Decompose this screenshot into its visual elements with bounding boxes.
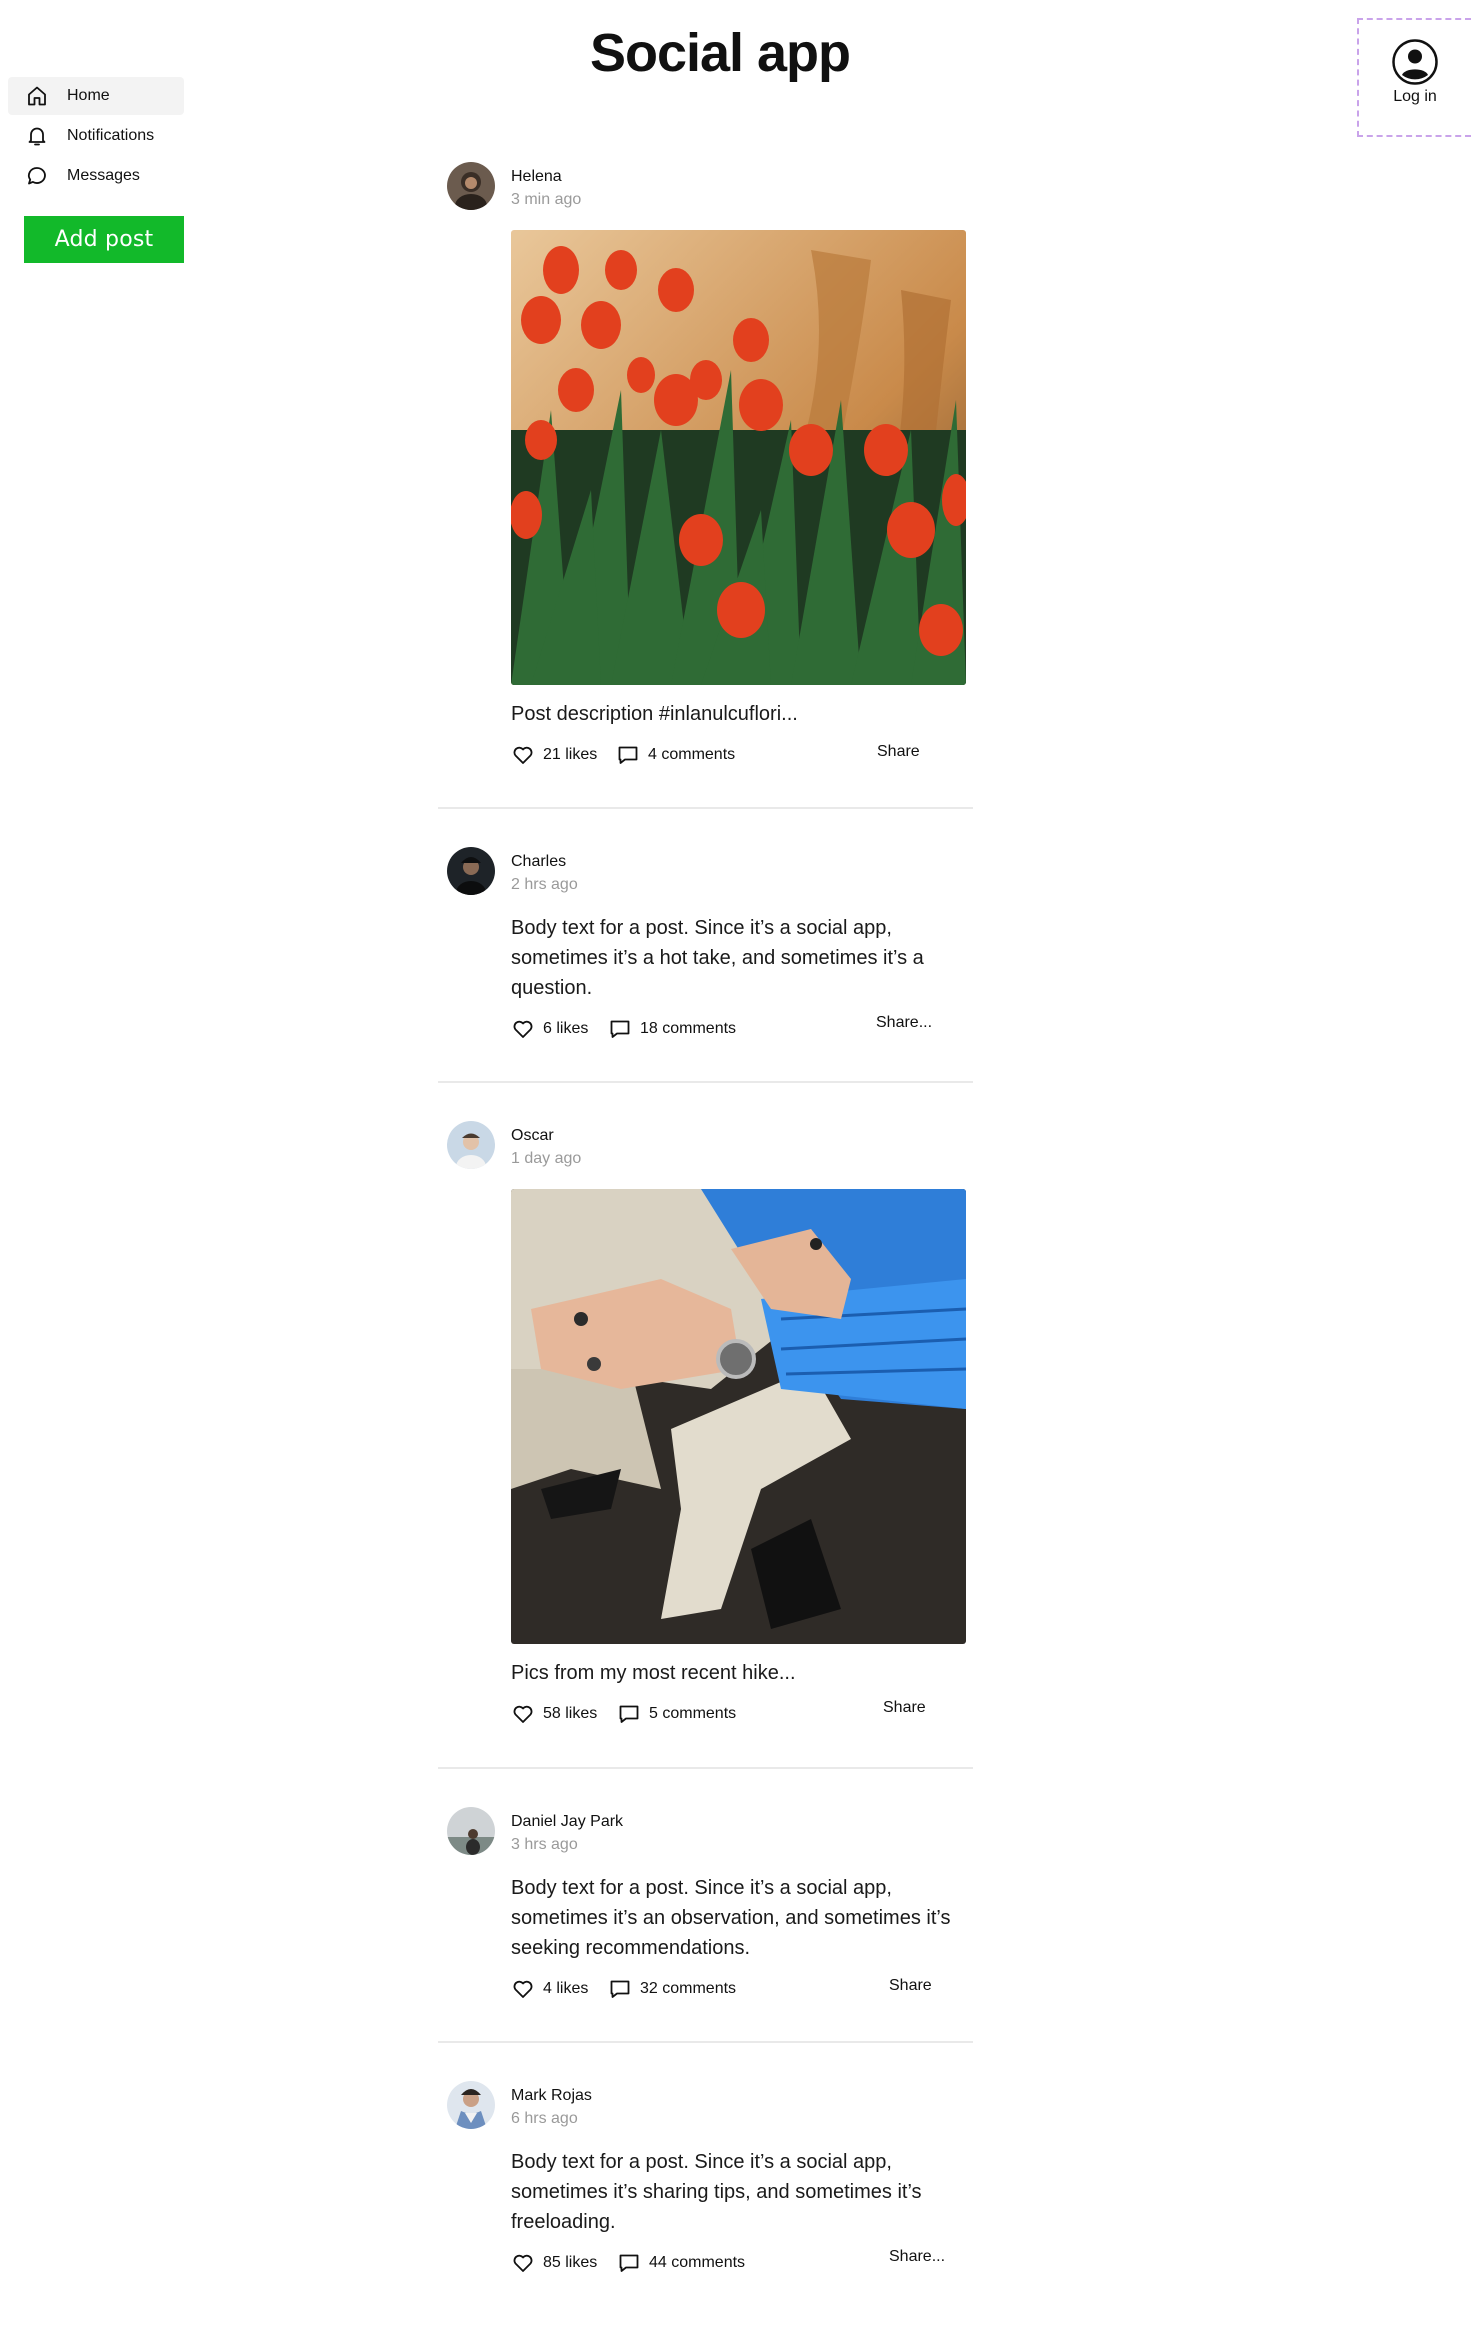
sidebar-item-label: Notifications [67, 127, 155, 144]
post-actions: 58 likes 5 comments Share [511, 1699, 966, 1732]
post-time: 3 min ago [511, 191, 582, 208]
comment-count: 32 comments [640, 1980, 737, 1997]
comment-button[interactable]: 5 comments [617, 1702, 736, 1726]
comment-count: 5 comments [649, 1705, 737, 1722]
post-text: Body text for a post. Since it’s a socia… [511, 1877, 951, 1959]
feed: Helena 3 min ago Post description #inlan… [438, 162, 973, 2303]
avatar[interactable] [447, 1121, 495, 1169]
avatar[interactable] [447, 1807, 495, 1855]
sidebar-item-label: Messages [67, 167, 140, 184]
comment-icon [610, 1980, 630, 1998]
share-button[interactable]: Share... [889, 2248, 945, 2266]
heart-icon [513, 1705, 533, 1723]
comment-button[interactable]: 4 comments [616, 743, 735, 767]
comment-icon [610, 1020, 630, 1038]
comment-button[interactable]: 18 comments [608, 1017, 736, 1041]
like-count: 58 likes [543, 1705, 598, 1722]
heart-icon [513, 746, 533, 764]
bell-icon [28, 127, 46, 146]
post-text: Pics from my most recent hike... [511, 1662, 796, 1684]
like-button[interactable]: 58 likes [511, 1702, 597, 1726]
user-circle-icon [1392, 39, 1438, 85]
app-title: Social app [589, 23, 851, 83]
share-label: Share... [889, 2248, 946, 2265]
post-actions: 85 likes 44 comments Share... [511, 2248, 966, 2281]
avatar[interactable] [447, 2081, 495, 2129]
sidebar-item-notifications[interactable]: Notifications [8, 117, 184, 155]
post-actions: 21 likes 4 comments Share [511, 743, 966, 773]
post-time: 2 hrs ago [511, 876, 578, 893]
post: Helena 3 min ago Post description #inlan… [438, 162, 973, 809]
share-label: Share [877, 743, 920, 760]
post-text: Post description #inlanulcuflori... [511, 703, 798, 725]
like-button[interactable]: 6 likes [511, 1017, 588, 1041]
post-author[interactable]: Daniel Jay Park [511, 1813, 623, 1831]
like-count: 85 likes [543, 2254, 598, 2271]
comment-icon [619, 2254, 639, 2272]
like-button[interactable]: 21 likes [511, 743, 597, 767]
post: Charles 2 hrs ago Body text for a post. … [438, 809, 973, 1083]
like-button[interactable]: 85 likes [511, 2251, 597, 2275]
post-author[interactable]: Charles [511, 853, 566, 871]
post-time: 6 hrs ago [511, 2110, 578, 2127]
post-time: 3 hrs ago [511, 1836, 578, 1853]
post-author[interactable]: Oscar [511, 1127, 554, 1145]
comment-button[interactable]: 32 comments [608, 1977, 736, 2001]
login-label: Log in [1393, 88, 1437, 105]
avatar[interactable] [447, 847, 495, 895]
page: Social app Home Notifications Messages A… [0, 0, 1480, 2337]
post-image[interactable] [511, 230, 966, 685]
sidebar-item-label: Home [67, 87, 110, 104]
like-button[interactable]: 4 likes [511, 1977, 588, 2001]
share-label: Share [889, 1977, 932, 1994]
post-text: Body text for a post. Since it’s a socia… [511, 917, 924, 999]
heart-icon [513, 2254, 533, 2272]
comment-icon [618, 746, 638, 764]
comment-count: 4 comments [648, 746, 736, 763]
sidebar-item-messages[interactable]: Messages [8, 157, 184, 195]
post-actions: 4 likes 32 comments Share [511, 1977, 966, 2007]
login-button[interactable]: Log in [1357, 18, 1471, 137]
share-button[interactable]: Share [877, 743, 920, 761]
post-text: Body text for a post. Since it’s a socia… [511, 2151, 922, 2233]
share-button[interactable]: Share [889, 1977, 932, 1995]
comment-count: 44 comments [649, 2254, 746, 2271]
share-button[interactable]: Share... [876, 1014, 932, 1032]
message-icon [28, 167, 46, 185]
comment-icon [619, 1705, 639, 1723]
post-author[interactable]: Mark Rojas [511, 2087, 592, 2105]
home-icon [28, 86, 46, 106]
heart-icon [513, 1020, 533, 1038]
add-post-button[interactable]: Add post [24, 216, 184, 263]
post: Daniel Jay Park 3 hrs ago Body text for … [438, 1769, 973, 2043]
post-image[interactable] [511, 1189, 966, 1644]
post: Mark Rojas 6 hrs ago Body text for a pos… [438, 2043, 973, 2303]
post-author[interactable]: Helena [511, 168, 562, 186]
post: Oscar 1 day ago Pics from my most recent… [438, 1083, 973, 1769]
like-count: 21 likes [543, 746, 598, 763]
sidebar: Home Notifications Messages Add post [8, 77, 184, 263]
heart-icon [513, 1980, 533, 1998]
post-actions: 6 likes 18 comments Share... [511, 1014, 966, 1047]
comment-count: 18 comments [640, 1020, 737, 1037]
comment-button[interactable]: 44 comments [617, 2251, 745, 2275]
sidebar-item-home[interactable]: Home [8, 77, 184, 115]
share-label: Share [883, 1699, 926, 1716]
like-count: 6 likes [543, 1020, 589, 1037]
share-button[interactable]: Share [883, 1699, 926, 1717]
post-time: 1 day ago [511, 1150, 582, 1167]
share-label: Share... [876, 1014, 933, 1031]
like-count: 4 likes [543, 1980, 589, 1997]
avatar[interactable] [447, 162, 495, 210]
